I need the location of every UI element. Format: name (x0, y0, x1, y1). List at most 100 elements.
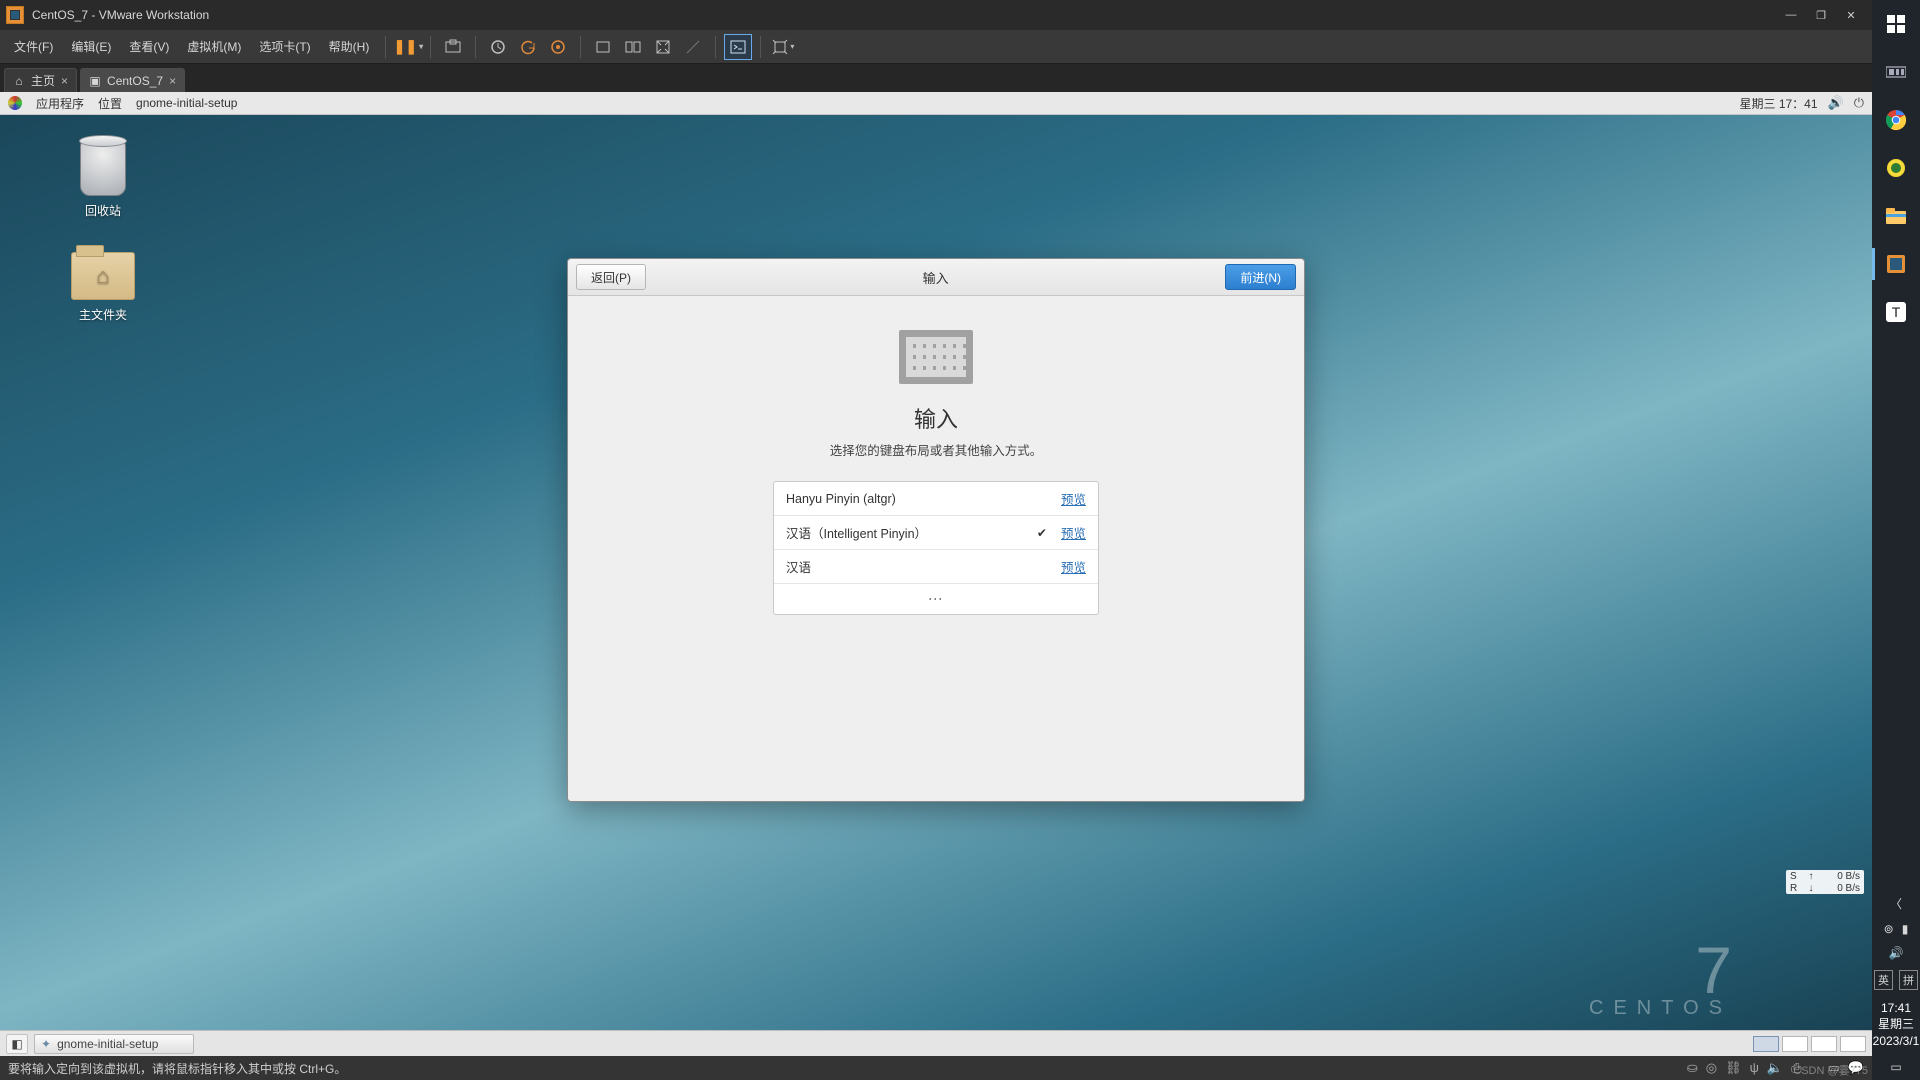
wifi-icon[interactable]: ⊚ (1884, 922, 1894, 936)
app-yellow-icon[interactable] (1872, 144, 1920, 192)
keyboard-icon (899, 330, 973, 384)
input-hint: 要将输入定向到该虚拟机，请将鼠标指针移入其中或按 Ctrl+G。 (8, 1060, 1687, 1077)
ime-mode[interactable]: 拼 (1899, 970, 1918, 990)
notifications-icon[interactable]: ▭ (1890, 1060, 1901, 1074)
maximize-button[interactable]: ❐ (1806, 4, 1836, 26)
workspace-3[interactable] (1811, 1036, 1837, 1052)
netspeed-overlay: SR ↑↓ 0 B/s0 B/s (1786, 870, 1864, 894)
text-app-icon[interactable]: T (1872, 288, 1920, 336)
snapshot-take-icon[interactable] (484, 34, 512, 60)
send-cad-icon[interactable] (439, 34, 467, 60)
menu-places[interactable]: 位置 (98, 95, 122, 112)
folder-home-icon (71, 252, 135, 300)
svg-text:T: T (1892, 304, 1901, 320)
dev-hdd-icon[interactable]: ⛀ (1687, 1060, 1698, 1076)
view-multi-icon[interactable] (619, 34, 647, 60)
stretch-icon[interactable]: ▾ (769, 34, 797, 60)
close-icon[interactable]: × (169, 74, 176, 88)
clock-label[interactable]: 星期三 17：41 (1739, 95, 1817, 112)
vm-tab-icon: ▣ (89, 75, 101, 87)
dialog-title: 输入 (646, 268, 1225, 287)
workspace-1[interactable] (1753, 1036, 1779, 1052)
taskbar-app-button[interactable]: ✦ gnome-initial-setup (34, 1034, 194, 1054)
workspace-2[interactable] (1782, 1036, 1808, 1052)
battery-icon[interactable]: ▮ (1902, 922, 1909, 936)
more-icon (934, 592, 938, 606)
show-desktop-button[interactable]: ◧ (6, 1034, 28, 1054)
ime-lang[interactable]: 英 (1874, 970, 1893, 990)
snapshot-manage-icon[interactable] (544, 34, 572, 60)
check-icon: ✔ (1037, 526, 1047, 540)
preview-link[interactable]: 预览 (1061, 523, 1086, 542)
app-icon: ✦ (41, 1037, 51, 1051)
dialog-body: 输入 选择您的键盘布局或者其他输入方式。 Hanyu Pinyin (altgr… (568, 296, 1304, 801)
vmware-menubar: 文件(F) 编辑(E) 查看(V) 虚拟机(M) 选项卡(T) 帮助(H) ❚❚… (0, 30, 1872, 64)
workspace-switcher[interactable] (1753, 1036, 1866, 1052)
input-source-row[interactable]: 汉语 预览 (774, 550, 1098, 584)
menu-help[interactable]: 帮助(H) (321, 34, 378, 59)
home-icon: ⌂ (13, 75, 25, 87)
active-app-title[interactable]: gnome-initial-setup (136, 96, 237, 110)
power-icon[interactable]: ⏻ (1854, 95, 1864, 111)
vmware-icon[interactable] (1872, 240, 1920, 288)
taskbar-clock[interactable]: 17:41 星期三 2023/3/1 (1873, 1000, 1920, 1050)
snapshot-revert-icon[interactable] (514, 34, 542, 60)
start-button[interactable] (1872, 0, 1920, 48)
watermark: CSDN @霎775 (1793, 1062, 1868, 1078)
menu-view[interactable]: 查看(V) (121, 34, 177, 59)
activities-icon[interactable] (8, 96, 22, 110)
dev-net-icon[interactable]: ⛓ (1725, 1060, 1742, 1076)
more-button[interactable] (774, 584, 1098, 614)
up-arrow-icon: ↑ (1809, 871, 1814, 883)
fullscreen-icon[interactable] (649, 34, 677, 60)
initial-setup-dialog: 返回(P) 输入 前进(N) 输入 选择您的键盘布局或者其他输入方式。 Hany… (567, 258, 1305, 802)
unity-icon[interactable] (679, 34, 707, 60)
gnome-top-panel: 应用程序 位置 gnome-initial-setup 星期三 17：41 🔊 … (0, 92, 1872, 115)
menu-file[interactable]: 文件(F) (6, 34, 61, 59)
chevron-left-icon[interactable]: 〈 (1890, 895, 1902, 912)
desktop-home-folder[interactable]: 主文件夹 (58, 252, 148, 323)
windows-taskbar: T 〈 ⊚ ▮ 🔊 英拼 17:41 星期三 2023/3/1 ▭ (1872, 0, 1920, 1080)
pause-button[interactable]: ❚❚▾ (394, 34, 422, 60)
page-subtitle: 选择您的键盘布局或者其他输入方式。 (588, 440, 1284, 459)
menu-vm[interactable]: 虚拟机(M) (179, 34, 249, 59)
vmware-status-bar: 要将输入定向到该虚拟机，请将鼠标指针移入其中或按 Ctrl+G。 ⛀ ◎ ⛓ ψ… (0, 1056, 1872, 1080)
preview-link[interactable]: 预览 (1061, 557, 1086, 576)
guest-viewport[interactable]: 应用程序 位置 gnome-initial-setup 星期三 17：41 🔊 … (0, 92, 1872, 1080)
minimize-button[interactable]: — (1776, 4, 1806, 26)
tab-home[interactable]: ⌂ 主页 × (4, 68, 77, 92)
taskview-icon[interactable] (1872, 48, 1920, 96)
volume-icon[interactable]: 🔊 (1889, 946, 1904, 960)
back-button[interactable]: 返回(P) (576, 264, 646, 290)
dev-usb-icon[interactable]: ψ (1750, 1060, 1759, 1076)
console-icon[interactable] (724, 34, 752, 60)
menu-tabs[interactable]: 选项卡(T) (251, 34, 318, 59)
explorer-icon[interactable] (1872, 192, 1920, 240)
tab-centos7[interactable]: ▣ CentOS_7 × (80, 68, 185, 92)
view-single-icon[interactable] (589, 34, 617, 60)
input-source-row[interactable]: Hanyu Pinyin (altgr) 预览 (774, 482, 1098, 516)
dialog-header[interactable]: 返回(P) 输入 前进(N) (568, 259, 1304, 296)
input-source-list: Hanyu Pinyin (altgr) 预览 汉语（Intelligent P… (773, 481, 1099, 615)
vmware-titlebar[interactable]: CentOS_7 - VMware Workstation — ❐ ✕ (0, 0, 1872, 30)
trash-icon (80, 140, 126, 196)
workspace-4[interactable] (1840, 1036, 1866, 1052)
volume-icon[interactable]: 🔊 (1828, 95, 1844, 111)
vmware-tab-bar: ⌂ 主页 × ▣ CentOS_7 × (0, 64, 1872, 92)
centos-wallpaper-logo: 7 CENTOS (1589, 944, 1732, 1020)
menu-applications[interactable]: 应用程序 (36, 95, 84, 112)
window-title: CentOS_7 - VMware Workstation (32, 8, 1776, 22)
system-tray[interactable]: 〈 ⊚ ▮ 🔊 英拼 17:41 星期三 2023/3/1 ▭ (1872, 887, 1920, 1080)
page-heading: 输入 (588, 402, 1284, 434)
close-icon[interactable]: × (61, 74, 68, 88)
next-button[interactable]: 前进(N) (1225, 264, 1296, 290)
preview-link[interactable]: 预览 (1061, 489, 1086, 508)
desktop-trash[interactable]: 回收站 (58, 140, 148, 219)
close-button[interactable]: ✕ (1836, 4, 1866, 26)
menu-edit[interactable]: 编辑(E) (63, 34, 119, 59)
dev-cd-icon[interactable]: ◎ (1706, 1060, 1717, 1076)
chrome-icon[interactable] (1872, 96, 1920, 144)
input-source-row[interactable]: 汉语（Intelligent Pinyin） ✔ 预览 (774, 516, 1098, 550)
down-arrow-icon: ↓ (1809, 883, 1814, 895)
dev-sound-icon[interactable]: 🔈 (1767, 1060, 1783, 1076)
